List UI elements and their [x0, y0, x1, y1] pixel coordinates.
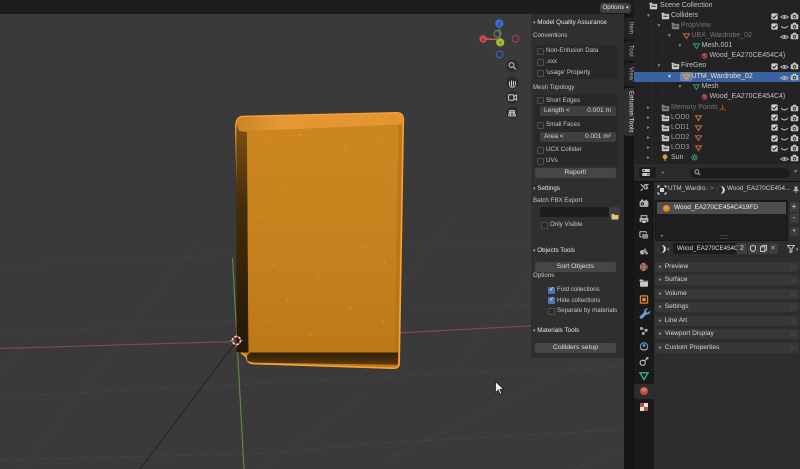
svg-text:Z: Z — [498, 22, 501, 28]
